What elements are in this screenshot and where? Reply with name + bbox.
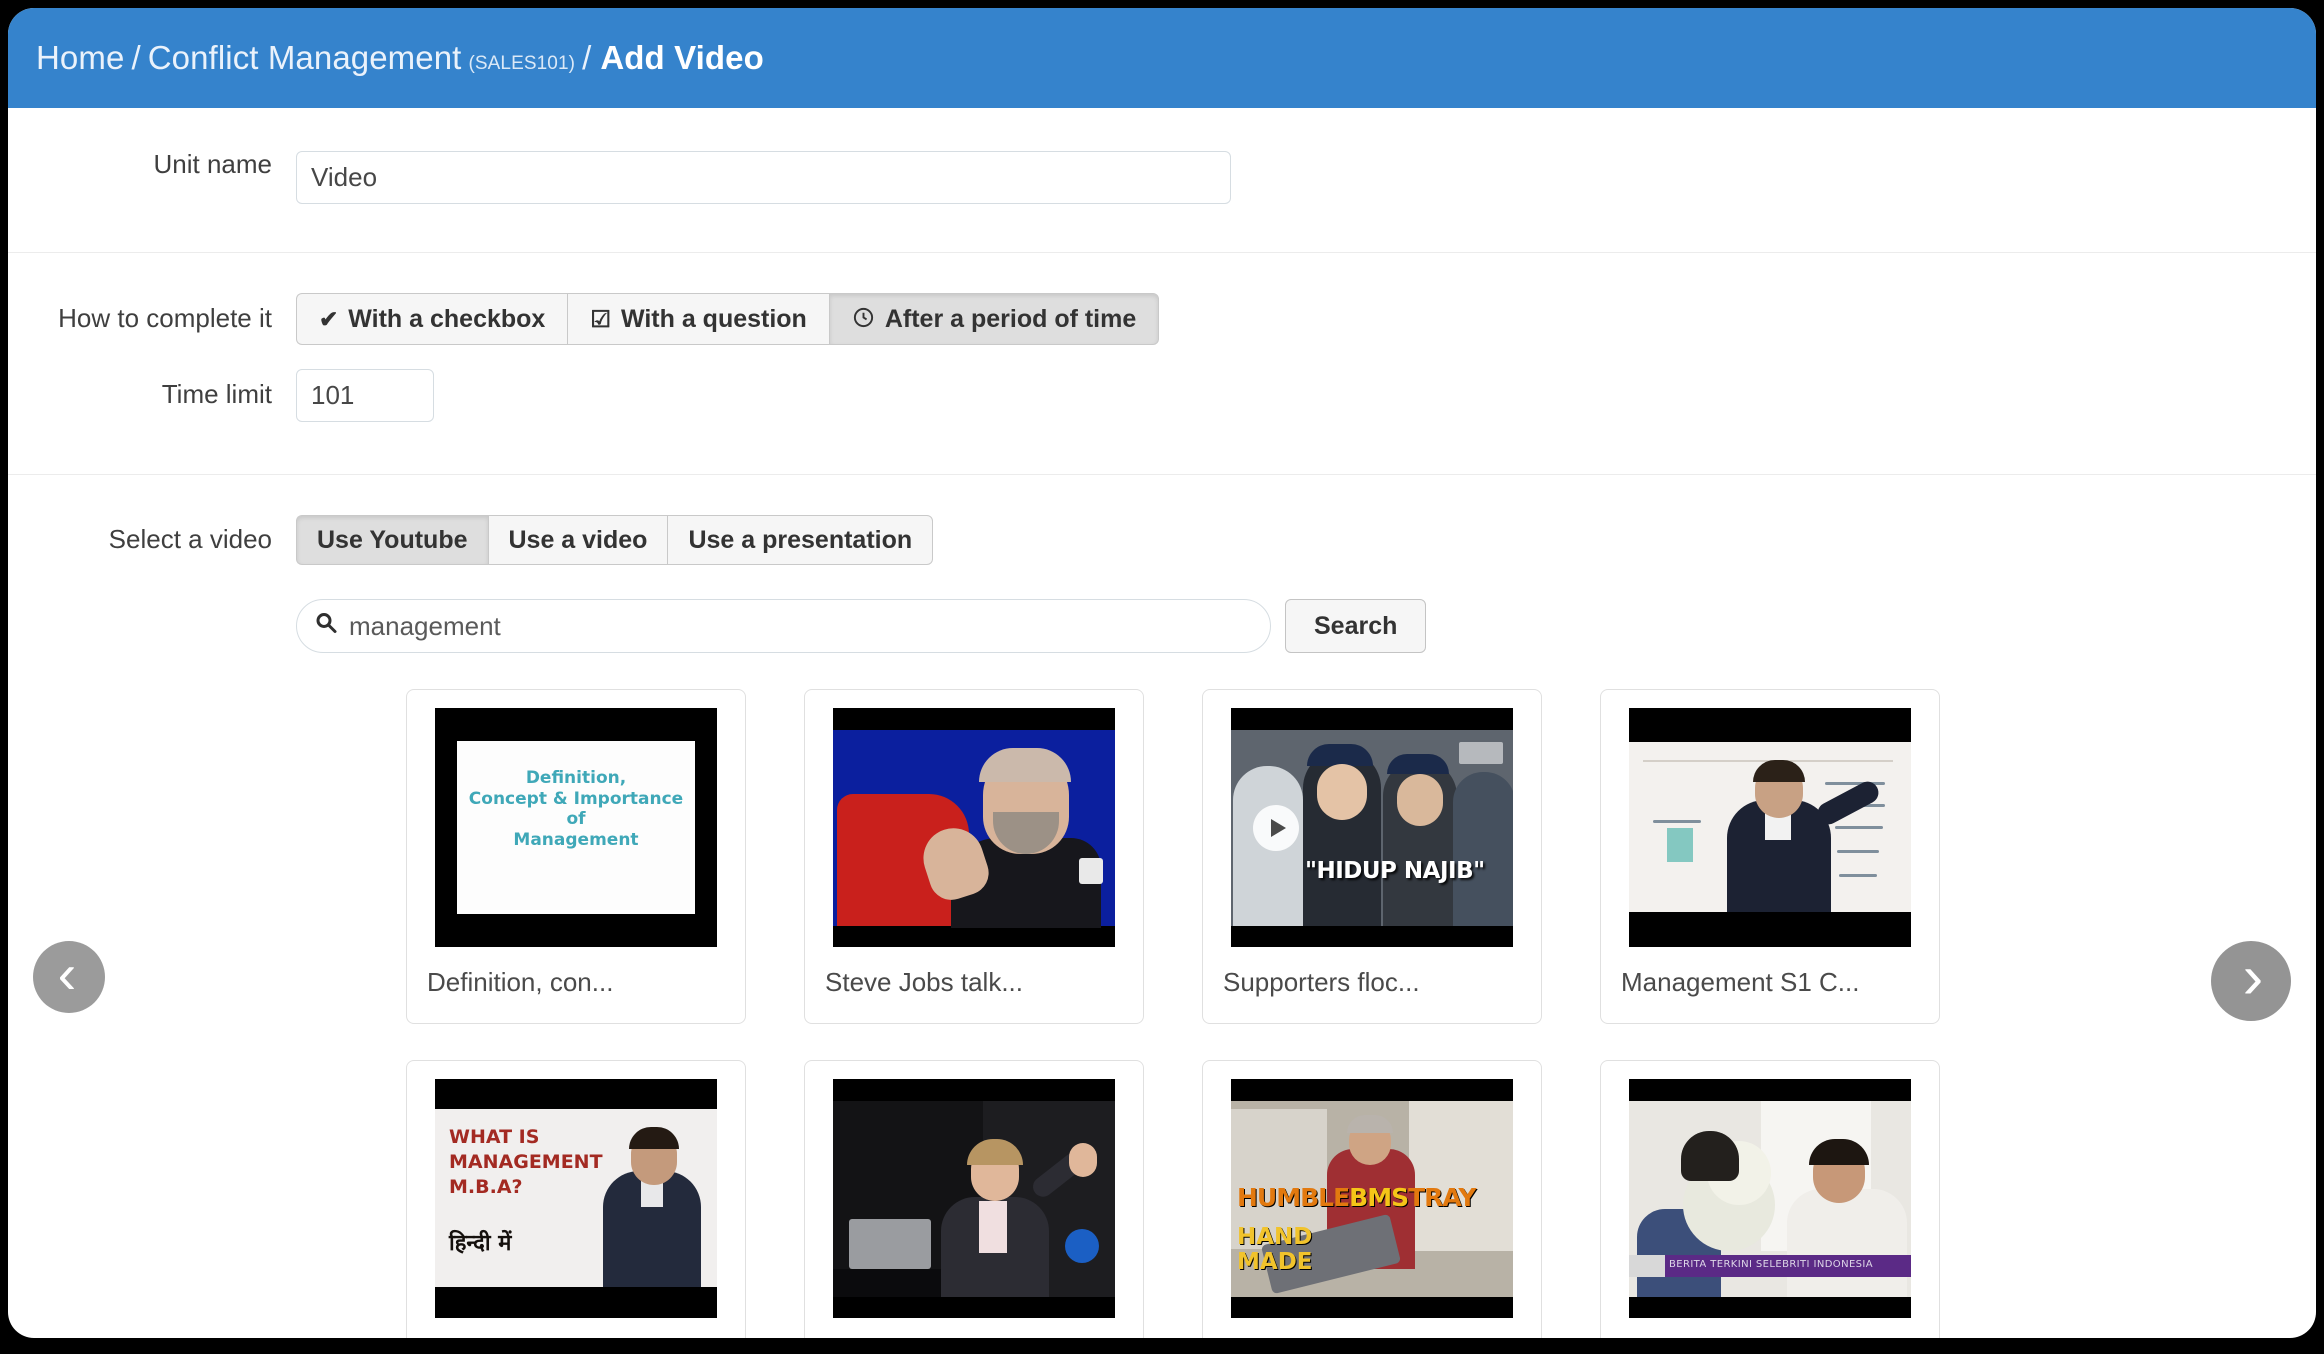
video-card[interactable]: "HIDUP NAJIB" Supporters floc... [1202,689,1542,1024]
how-to-complete-button-group: ✔ With a checkbox ☑ With a question Afte… [296,293,1160,345]
thumb-head [1681,1131,1739,1181]
how-to-complete-row: How to complete it ✔ With a checkbox ☑ W… [8,253,2316,345]
video-card[interactable]: WHAT ISMANAGEMENTM.B.A? हिन्दी में what … [406,1060,746,1338]
thumb-scribble [1835,826,1883,829]
thumb-ticker-logo [1629,1255,1665,1277]
thumb-laptop [849,1219,931,1269]
unit-name-input[interactable] [296,151,1231,204]
thumb-caption: WHAT IS MANAGEMENT M.B.A? [449,1126,603,1199]
thumb-scribble [1839,874,1877,877]
play-icon[interactable] [1253,804,1299,851]
video-card-grid: Definition, Concept & Importance of Managem… [406,689,2196,1338]
video-thumbnail: HUMBLEBMSTRAY HAND MADE [1231,1079,1513,1318]
thumb-scribble [1653,820,1701,823]
video-thumbnail [833,1079,1115,1318]
video-thumbnail [1629,708,1911,947]
tab-use-youtube-label: Use Youtube [317,525,468,554]
video-card[interactable]: Seven Things Yo... [804,1060,1144,1338]
search-button[interactable]: Search [1285,599,1427,653]
video-thumbnail: WHAT IS MANAGEMENT M.B.A? हिन्दी में [435,1079,717,1318]
chevron-left-icon: ‹ [57,942,77,1005]
page-card: Home / Conflict Management (SALES101) / … [8,8,2316,1338]
thumb-watermark [1459,742,1503,764]
complete-option-checkbox-label: With a checkbox [348,304,546,333]
breadcrumb: Home / Conflict Management (SALES101) / … [36,39,764,77]
search-input-wrapper [296,599,1271,653]
clock-icon [852,306,875,333]
breadcrumb-separator-1: / [131,39,141,76]
video-source-tabs: Use Youtube Use a video Use a presentati… [296,515,934,565]
video-thumbnail: "HIDUP NAJIB" [1231,708,1513,947]
breadcrumb-separator-2: / [582,39,592,76]
header-bar: Home / Conflict Management (SALES101) / … [8,8,2316,108]
thumb-ticker-text: BERITA TERKINI SELEBRITI INDONESIA [1669,1259,1874,1270]
checkbox-checked-icon: ☑ [590,305,611,332]
thumb-wall [1409,1101,1513,1251]
video-card[interactable]: Steve Jobs talk... [804,689,1144,1024]
thumb-board-mark [1667,828,1693,862]
breadcrumb-course[interactable]: Conflict Management [148,39,462,77]
video-card-title: Steve Jobs talk... [825,967,1023,997]
search-area: Search [296,565,2316,653]
complete-option-question[interactable]: ☑ With a question [567,293,829,345]
thumb-caption-secondary: हिन्दी में [449,1231,512,1256]
tab-use-a-video[interactable]: Use a video [487,515,668,565]
video-carousel: ‹ Definition, Concept & Importance of Manag… [8,689,2316,1338]
carousel-prev-button[interactable]: ‹ [33,941,105,1013]
thumb-person [1453,772,1513,926]
thumb-caption: "HIDUP NAJIB" [1305,858,1485,884]
time-limit-label: Time limit [161,379,272,409]
complete-option-checkbox[interactable]: ✔ With a checkbox [296,293,568,345]
time-limit-input[interactable] [296,369,434,422]
complete-option-time-label: After a period of time [884,304,1137,333]
video-thumbnail [833,708,1115,947]
thumb-caption: HUMBLEBMSTRAY [1237,1183,1477,1212]
video-thumbnail: Definition, Concept & Importance of Managem… [435,708,717,947]
thumb-cap [1387,754,1449,774]
thumb-cap [1307,744,1373,766]
tab-use-youtube[interactable]: Use Youtube [296,515,488,565]
how-to-complete-label: How to complete it [58,303,272,333]
unit-name-label: Unit name [153,149,273,179]
thumb-face [1397,774,1443,826]
page-title: Add Video [600,39,764,76]
form-body: Unit name How to complete it ✔ With a ch… [8,108,2316,1338]
chevron-right-icon: › [2242,943,2264,1012]
complete-option-question-label: With a question [620,304,807,333]
thumb-caption: Definition, Concept & Importance of Managem… [468,768,684,851]
video-card-title: Definition, con... [427,967,614,997]
search-input[interactable] [296,599,1271,653]
thumb-caption-secondary: HAND MADE [1237,1224,1313,1275]
thumb-hand [1069,1143,1097,1177]
tab-use-a-presentation-label: Use a presentation [688,525,913,554]
check-icon: ✔ [319,305,339,332]
unit-name-row: Unit name [8,108,2316,252]
breadcrumb-course-code: (SALES101) [468,53,576,74]
thumb-scribble [1825,782,1885,785]
thumb-logo [1079,858,1103,884]
video-card[interactable]: Management S1 C... [1600,689,1940,1024]
video-card-title: Supporters floc... [1223,967,1420,997]
time-limit-row: Time limit [8,345,2316,474]
thumb-scribble [1837,850,1879,853]
thumb-logo [1065,1229,1099,1263]
breadcrumb-home[interactable]: Home [36,39,124,77]
tab-use-a-presentation[interactable]: Use a presentation [667,515,934,565]
select-video-label: Select a video [108,524,272,554]
video-card-title: Management S1 C... [1621,967,1860,997]
tab-use-a-video-label: Use a video [508,525,648,554]
complete-option-time[interactable]: After a period of time [828,293,1160,345]
video-thumbnail: BERITA TERKINI SELEBRITI INDONESIA [1629,1079,1911,1318]
video-card[interactable]: HUMBLEBMSTRAY HANDMADE Battery Managem..… [1202,1060,1542,1338]
select-video-row: Select a video Use Youtube Use a video U… [8,475,2316,565]
video-card[interactable]: BERITA TERKINI SELEBRITI INDONESIA Baim … [1600,1060,1940,1338]
video-card[interactable]: Definition, Concept & Importance of Managem… [406,689,746,1024]
thumb-torso [1787,1189,1907,1297]
carousel-next-button[interactable]: › [2211,941,2291,1021]
thumb-shirt [979,1201,1007,1253]
thumb-face [1317,764,1367,820]
